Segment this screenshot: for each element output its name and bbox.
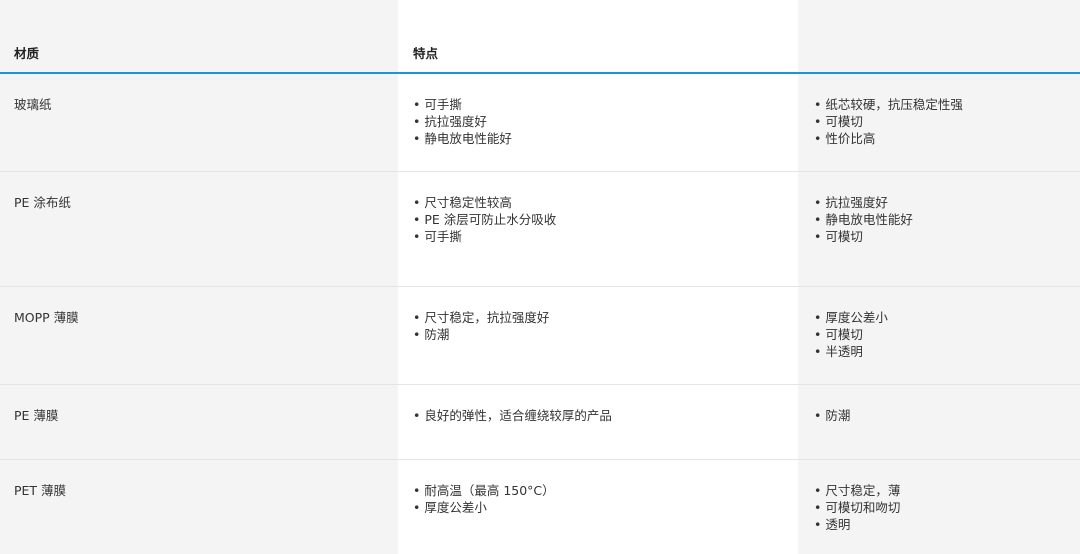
table-row: PE 薄膜 • 良好的弹性，适合缠绕较厚的产品 • 防潮 — [0, 385, 1080, 460]
table-row: MOPP 薄膜 • 尺寸稳定，抗拉强度好 • 防潮 • 厚度公差小 • 可模切 … — [0, 287, 1080, 385]
feature-item: • 厚度公差小 — [413, 500, 487, 515]
extra-cell: • 抗拉强度好 • 静电放电性能好 • 可模切 — [798, 172, 1080, 286]
material-cell: PET 薄膜 — [0, 460, 398, 554]
feature-item: • 良好的弹性，适合缠绕较厚的产品 — [413, 408, 612, 423]
material-cell: PE 涂布纸 — [0, 172, 398, 286]
feature-item: • 抗拉强度好 — [413, 114, 487, 129]
material-table: 材质 特点 玻璃纸 • 可手撕 • 抗拉强度好 • 静电放电性能好 • 纸芯较硬… — [0, 0, 1080, 554]
extra-item: • 静电放电性能好 — [814, 212, 913, 227]
features-cell: • 尺寸稳定性较高 • PE 涂层可防止水分吸收 • 可手撕 — [398, 172, 798, 286]
features-cell: • 可手撕 • 抗拉强度好 • 静电放电性能好 — [398, 74, 798, 171]
header-features: 特点 — [398, 0, 798, 72]
feature-item: • 静电放电性能好 — [413, 131, 512, 146]
extra-item: • 防潮 — [814, 408, 851, 423]
extra-item: • 性价比高 — [814, 131, 876, 146]
table-row: PET 薄膜 • 耐高温（最高 150°C） • 厚度公差小 • 尺寸稳定，薄 … — [0, 460, 1080, 554]
extra-item: • 半透明 — [814, 344, 863, 359]
table-header-row: 材质 特点 — [0, 0, 1080, 74]
extra-item: • 纸芯较硬，抗压稳定性强 — [814, 97, 963, 112]
extra-item: • 可模切 — [814, 229, 863, 244]
extra-cell: • 防潮 — [798, 385, 1080, 459]
extra-item: • 尺寸稳定，薄 — [814, 483, 901, 498]
extra-item: • 可模切 — [814, 114, 863, 129]
features-cell: • 良好的弹性，适合缠绕较厚的产品 — [398, 385, 798, 459]
header-material: 材质 — [0, 0, 398, 72]
feature-item: • 可手撕 — [413, 97, 462, 112]
feature-item: • 尺寸稳定，抗拉强度好 — [413, 310, 550, 325]
extra-item: • 可模切 — [814, 327, 863, 342]
feature-item: • 防潮 — [413, 327, 450, 342]
material-cell: PE 薄膜 — [0, 385, 398, 459]
feature-item: • PE 涂层可防止水分吸收 — [413, 212, 557, 227]
feature-item: • 可手撕 — [413, 229, 462, 244]
material-cell: MOPP 薄膜 — [0, 287, 398, 384]
extra-cell: • 尺寸稳定，薄 • 可模切和吻切 • 透明 — [798, 460, 1080, 554]
extra-item: • 抗拉强度好 — [814, 195, 888, 210]
material-cell: 玻璃纸 — [0, 74, 398, 171]
header-extra — [798, 0, 1080, 72]
extra-cell: • 纸芯较硬，抗压稳定性强 • 可模切 • 性价比高 — [798, 74, 1080, 171]
features-cell: • 耐高温（最高 150°C） • 厚度公差小 — [398, 460, 798, 554]
extra-item: • 厚度公差小 — [814, 310, 888, 325]
table-row: 玻璃纸 • 可手撕 • 抗拉强度好 • 静电放电性能好 • 纸芯较硬，抗压稳定性… — [0, 74, 1080, 172]
feature-item: • 耐高温（最高 150°C） — [413, 483, 555, 498]
features-cell: • 尺寸稳定，抗拉强度好 • 防潮 — [398, 287, 798, 384]
extra-cell: • 厚度公差小 • 可模切 • 半透明 — [798, 287, 1080, 384]
extra-item: • 可模切和吻切 — [814, 500, 901, 515]
extra-item: • 透明 — [814, 517, 851, 532]
table-row: PE 涂布纸 • 尺寸稳定性较高 • PE 涂层可防止水分吸收 • 可手撕 • … — [0, 172, 1080, 287]
feature-item: • 尺寸稳定性较高 — [413, 195, 512, 210]
